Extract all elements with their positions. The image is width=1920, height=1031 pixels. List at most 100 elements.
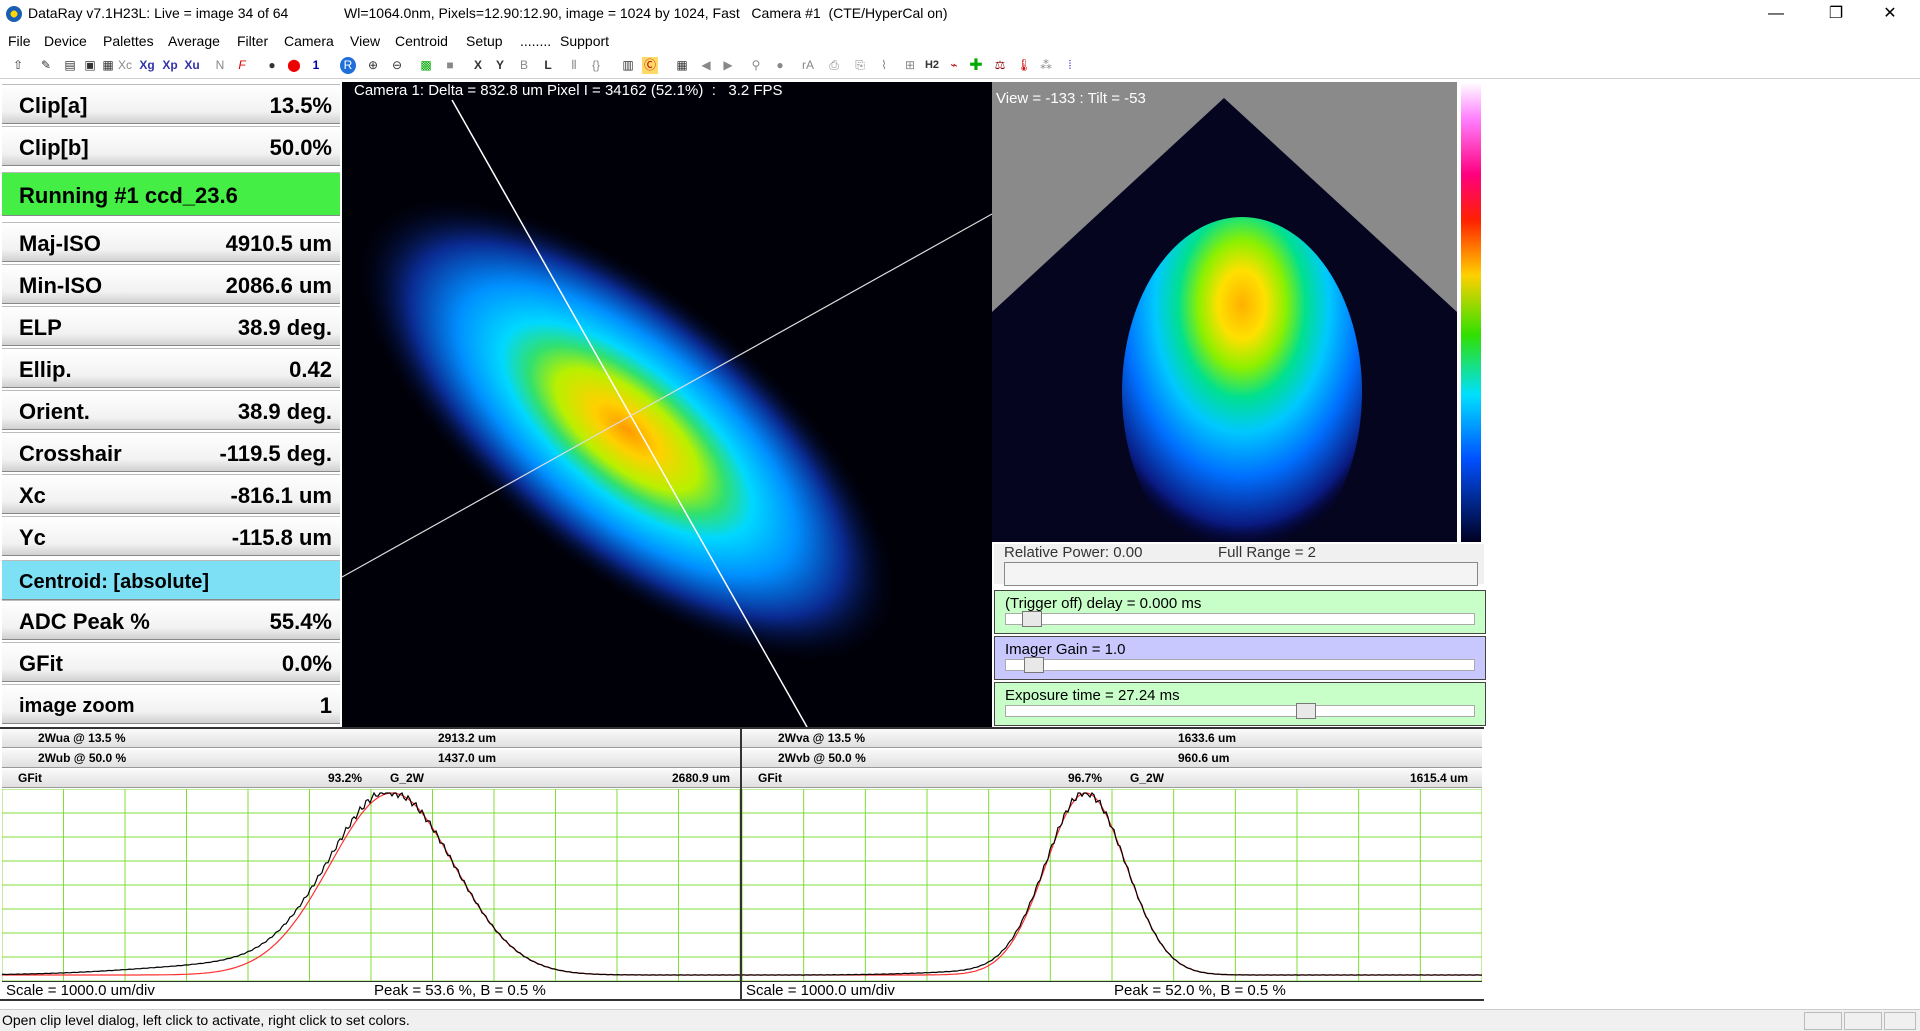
- exposure-slider-thumb[interactable]: [1296, 703, 1316, 719]
- exposure-slider[interactable]: [1005, 703, 1475, 719]
- gfit-row[interactable]: GFit 0.0%: [2, 642, 340, 682]
- grid-icon[interactable]: ▦: [674, 57, 690, 74]
- yc-row[interactable]: Yc -115.8 um: [2, 516, 340, 556]
- menu-setup[interactable]: Setup: [466, 33, 503, 49]
- thermometer-icon[interactable]: 🌡: [1016, 57, 1032, 74]
- toolbar-b[interactable]: B: [518, 57, 530, 74]
- link-icon[interactable]: ⚲: [748, 57, 764, 74]
- crosshair-icon[interactable]: ✚: [968, 57, 984, 74]
- bars-icon[interactable]: ⦙: [1062, 57, 1078, 74]
- image-zoom-row[interactable]: image zoom 1: [2, 684, 340, 724]
- centroid-mode[interactable]: Centroid: [absolute]: [2, 560, 340, 600]
- chart-icon[interactable]: ⌁: [946, 57, 962, 74]
- menu-centroid[interactable]: Centroid: [395, 33, 448, 49]
- beam-2d-view[interactable]: Camera 1: Delta = 832.8 um Pixel I = 341…: [342, 82, 992, 727]
- record-icon[interactable]: ●: [264, 57, 280, 74]
- window-title: DataRay v7.1H23L: Live = image 34 of 64: [28, 5, 289, 21]
- minimize-button[interactable]: —: [1746, 0, 1806, 28]
- toolbar-f[interactable]: F: [236, 57, 248, 74]
- param-value: 0.42: [289, 357, 332, 382]
- grid-dots-icon[interactable]: ⁂: [1038, 57, 1054, 74]
- param-label: Min-ISO: [19, 273, 103, 298]
- menu-view[interactable]: View: [350, 33, 380, 49]
- trigger-slider-thumb[interactable]: [1022, 611, 1042, 627]
- open-folder-icon[interactable]: ▤: [62, 57, 78, 74]
- maj-iso-row[interactable]: Maj-ISO 4910.5 um: [2, 222, 340, 262]
- exposure-control[interactable]: Exposure time = 27.24 ms: [994, 682, 1486, 726]
- profile-right-gfit: GFit 96.7% G_2W 1615.4 um: [742, 769, 1482, 788]
- full-range: Full Range = 2: [1218, 544, 1316, 561]
- toolbar-h2[interactable]: H2: [924, 57, 940, 74]
- toolbar-y[interactable]: Y: [494, 57, 506, 74]
- menu-file[interactable]: File: [8, 33, 31, 49]
- profile-right-footer: Scale = 1000.0 um/div Peak = 52.0 %, B =…: [742, 981, 1482, 1000]
- toolbar-n[interactable]: N: [214, 57, 226, 74]
- profile-divider: [740, 729, 742, 999]
- close-button[interactable]: ✕: [1860, 0, 1920, 28]
- unlock-icon[interactable]: ⊖: [390, 57, 404, 74]
- toolbar-xg[interactable]: Xg: [137, 57, 157, 74]
- ellip-row[interactable]: Ellip. 0.42: [2, 348, 340, 388]
- toolbar-xp[interactable]: Xp: [160, 57, 180, 74]
- toolbar-xu[interactable]: Xu: [182, 57, 202, 74]
- ce-icon[interactable]: Ⓒ: [642, 57, 658, 74]
- toolbar-ra[interactable]: rA: [800, 57, 816, 74]
- menu-support[interactable]: Support: [560, 33, 609, 49]
- circle-icon[interactable]: ●: [772, 57, 788, 74]
- lock-icon[interactable]: ⊕: [366, 57, 380, 74]
- curve-icon[interactable]: ⌇: [876, 57, 892, 74]
- min-iso-row[interactable]: Min-ISO 2086.6 um: [2, 264, 340, 304]
- gain-control[interactable]: Imager Gain = 1.0: [994, 636, 1486, 680]
- up-arrow-icon[interactable]: ⇧: [10, 57, 26, 74]
- trigger-control[interactable]: (Trigger off) delay = 0.000 ms: [994, 590, 1486, 634]
- brace-icon[interactable]: {}: [588, 57, 604, 74]
- gain-slider[interactable]: [1005, 657, 1475, 673]
- running-status[interactable]: Running #1 ccd_23.6: [2, 172, 340, 216]
- copy-icon[interactable]: ⎘: [852, 57, 868, 74]
- menu-average[interactable]: Average: [168, 33, 220, 49]
- stop-icon[interactable]: ⬤: [286, 57, 302, 74]
- elp-row[interactable]: ELP 38.9 deg.: [2, 306, 340, 346]
- forward-arrow-icon[interactable]: ▶: [720, 57, 736, 74]
- beam-3d-caption: View = -133 : Tilt = -53: [996, 90, 1146, 107]
- trigger-slider[interactable]: [1005, 611, 1475, 627]
- maximize-button[interactable]: ❐: [1806, 0, 1866, 28]
- menu-dots[interactable]: ........: [520, 33, 551, 49]
- param-value: 55.4%: [269, 609, 332, 634]
- toolbar-l[interactable]: L: [542, 57, 554, 74]
- w2-value: 1437.0 um: [438, 751, 497, 765]
- clip-a-row[interactable]: Clip[a] 13.5%: [2, 84, 340, 124]
- weight-icon[interactable]: ⚖: [992, 57, 1008, 74]
- toolbar-x[interactable]: X: [472, 57, 484, 74]
- adc-peak-row[interactable]: ADC Peak % 55.4%: [2, 600, 340, 640]
- plot-icon[interactable]: ⊞: [902, 57, 918, 74]
- profile-left-plot[interactable]: [1, 788, 741, 982]
- bracket-icon[interactable]: ⦀: [566, 57, 582, 74]
- xc-row[interactable]: Xc -816.1 um: [2, 474, 340, 514]
- clip-b-row[interactable]: Clip[b] 50.0%: [2, 126, 340, 166]
- pencil-icon[interactable]: ✎: [38, 57, 54, 74]
- profile-right-plot[interactable]: [741, 788, 1483, 982]
- w1-value: 1633.6 um: [1178, 731, 1237, 745]
- palette-colorbar[interactable]: [1457, 82, 1485, 542]
- toolbar-xc[interactable]: Xc: [114, 57, 136, 74]
- back-arrow-icon[interactable]: ◀: [698, 57, 714, 74]
- crosshair-row[interactable]: Crosshair -119.5 deg.: [2, 432, 340, 472]
- orient-row[interactable]: Orient. 38.9 deg.: [2, 390, 340, 430]
- menu-camera[interactable]: Camera: [284, 33, 334, 49]
- menu-filter[interactable]: Filter: [237, 33, 268, 49]
- save-icon[interactable]: ▣: [82, 57, 98, 74]
- w2-value: 960.6 um: [1178, 751, 1230, 765]
- w1-label: 2Wva @ 13.5 %: [778, 731, 866, 745]
- beam-3d-view[interactable]: View = -133 : Tilt = -53: [992, 82, 1457, 542]
- menu-device[interactable]: Device: [44, 33, 87, 49]
- palette-icon[interactable]: ▩: [418, 57, 434, 74]
- gain-slider-thumb[interactable]: [1024, 657, 1044, 673]
- toolbar-one[interactable]: 1: [310, 57, 322, 74]
- menu-palettes[interactable]: Palettes: [103, 33, 154, 49]
- relative-power: Relative Power: 0.00: [1004, 544, 1143, 561]
- print-preview-icon[interactable]: ⎙: [826, 57, 842, 74]
- film-icon[interactable]: ▥: [620, 57, 636, 74]
- grey-box-icon[interactable]: ■: [442, 57, 458, 74]
- toolbar-r[interactable]: R: [340, 57, 356, 74]
